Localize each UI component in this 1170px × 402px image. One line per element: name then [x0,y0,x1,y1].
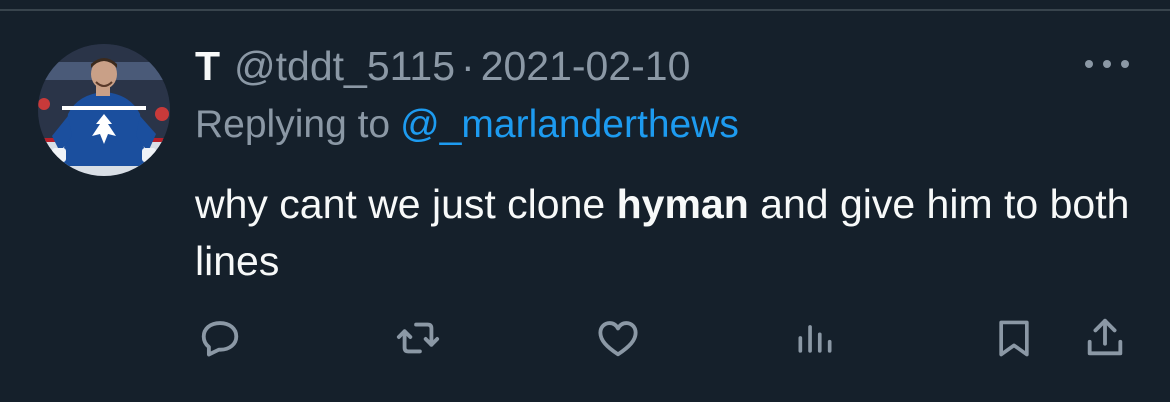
analytics-icon [798,325,832,353]
tweet-header: T @tddt_5115 · 2021-02-10 [195,40,690,92]
tweet-text: why cant we just clone hyman and give hi… [195,176,1145,290]
retweet-button[interactable] [388,310,448,366]
header-separator: · [461,43,475,89]
reply-icon [201,321,239,357]
more-options-icon[interactable] [1085,52,1129,76]
action-bar [0,310,1170,366]
retweet-icon [396,322,440,354]
avatar-image [38,44,170,176]
share-button[interactable] [1080,310,1130,366]
top-divider [0,9,1170,11]
views-button[interactable] [792,310,838,366]
tweet-text-bold: hyman [616,181,749,227]
more-dot [1103,60,1111,68]
user-handle[interactable]: @tddt_5115 [234,40,455,92]
more-dot [1121,60,1129,68]
replying-to: Replying to @_marlanderthews [195,100,739,150]
heart-icon [598,321,638,357]
replying-to-label: Replying to [195,103,391,146]
tweet-text-before: why cant we just clone [195,181,617,227]
more-dot [1085,60,1093,68]
reply-button[interactable] [192,310,248,366]
tweet-date[interactable]: 2021-02-10 [481,40,691,92]
avatar[interactable] [38,44,170,176]
bookmark-button[interactable] [990,310,1038,366]
bookmark-icon [999,320,1029,357]
like-button[interactable] [590,310,646,366]
replying-to-mention[interactable]: @_marlanderthews [400,103,739,146]
share-icon [1087,318,1123,356]
display-name[interactable]: T [195,40,220,92]
